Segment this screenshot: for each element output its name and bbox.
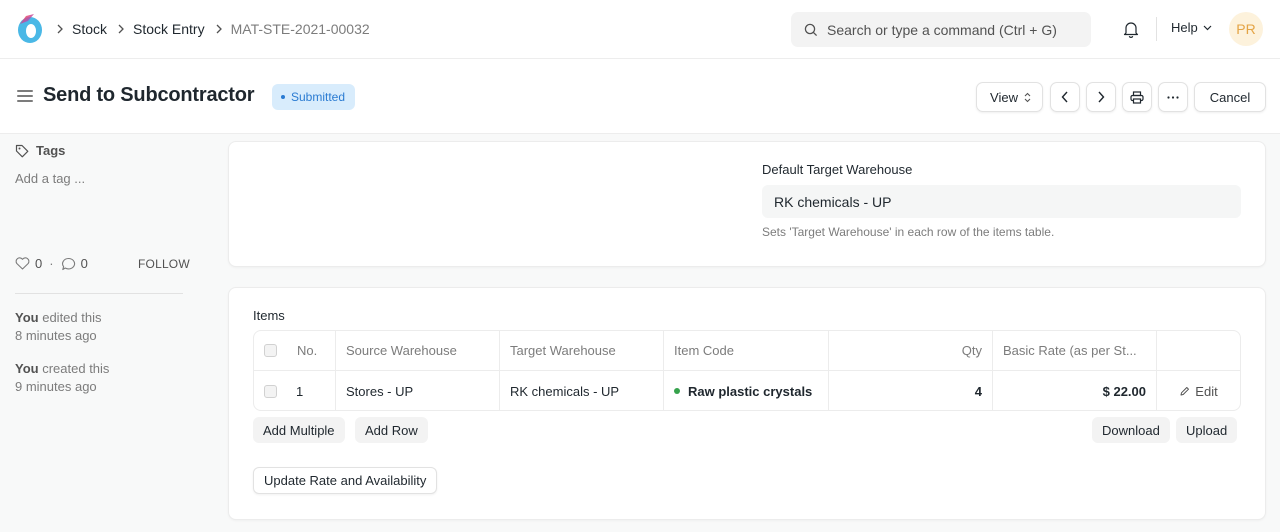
ellipsis-icon — [1167, 95, 1179, 99]
items-label: Items — [253, 308, 285, 323]
follow-button[interactable]: FOLLOW — [138, 257, 190, 271]
view-label: View — [990, 89, 1018, 105]
breadcrumb-stock[interactable]: Stock — [72, 21, 107, 37]
like-button[interactable]: 0 — [15, 256, 42, 271]
timeline-actor: You — [15, 310, 39, 325]
item-code-cell[interactable]: Raw plastic crystals — [664, 371, 829, 410]
chevron-right-icon — [117, 24, 125, 34]
timeline-action: created this — [42, 361, 110, 376]
target-warehouse-cell[interactable]: RK chemicals - UP — [500, 371, 664, 410]
comment-count: 0 — [80, 256, 88, 271]
next-doc-button[interactable] — [1086, 82, 1116, 112]
add-multiple-button[interactable]: Add Multiple — [253, 417, 345, 443]
pencil-icon — [1180, 386, 1190, 395]
row-select-cell: 1 — [254, 371, 336, 410]
search-placeholder: Search or type a command (Ctrl + G) — [827, 21, 1057, 38]
separator-dot: · — [49, 256, 54, 271]
header-select-cell: No. — [254, 331, 336, 370]
column-header-qty: Qty — [829, 331, 993, 370]
navbar-divider — [1156, 17, 1157, 41]
default-target-warehouse-field[interactable]: RK chemicals - UP — [762, 185, 1241, 218]
likes-comments: 0 · 0 — [15, 256, 88, 271]
search-icon — [804, 23, 818, 36]
breadcrumb-current-doc: MAT-STE-2021-00032 — [230, 21, 370, 37]
select-arrows-icon — [1024, 92, 1031, 102]
help-label: Help — [1171, 20, 1198, 35]
page-head: Send to Subcontractor Submitted View Can… — [0, 59, 1280, 134]
previous-doc-button[interactable] — [1050, 82, 1080, 112]
default-target-warehouse-description: Sets 'Target Warehouse' in each row of t… — [762, 225, 1055, 239]
edit-label: Edit — [1195, 383, 1218, 399]
timeline-item: You created this 9 minutes ago — [15, 360, 185, 396]
like-count: 0 — [35, 256, 43, 271]
search-input[interactable]: Search or type a command (Ctrl + G) — [791, 12, 1091, 47]
sidebar-divider — [15, 293, 183, 294]
select-all-checkbox[interactable] — [264, 344, 277, 357]
column-header-source-warehouse: Source Warehouse — [336, 331, 500, 370]
add-row-button[interactable]: Add Row — [355, 417, 428, 443]
status-dot-icon — [281, 95, 285, 99]
row-edit-cell: Edit — [1157, 371, 1240, 410]
more-actions-button[interactable] — [1158, 82, 1188, 112]
item-status-dot-icon — [674, 388, 680, 394]
tag-icon — [15, 144, 29, 157]
chevron-down-icon — [1203, 25, 1212, 30]
items-table: No. Source Warehouse Target Warehouse It… — [253, 330, 1241, 411]
row-checkbox[interactable] — [264, 384, 277, 398]
navbar: Stock Stock Entry MAT-STE-2021-00032 Sea… — [0, 0, 1280, 59]
breadcrumb-stock-entry[interactable]: Stock Entry — [133, 21, 205, 37]
app-logo[interactable] — [16, 13, 44, 44]
column-header-item-code: Item Code — [664, 331, 829, 370]
heart-icon — [15, 257, 30, 270]
sidebar-toggle-icon[interactable] — [17, 90, 33, 104]
page-title: Send to Subcontractor — [43, 84, 255, 106]
timeline-time: 8 minutes ago — [15, 328, 97, 343]
update-rate-availability-button[interactable]: Update Rate and Availability — [253, 467, 438, 494]
tags-section: Tags — [15, 143, 65, 158]
download-button[interactable]: Download — [1092, 417, 1170, 443]
source-warehouse-cell[interactable]: Stores - UP — [336, 371, 500, 410]
cancel-button[interactable]: Cancel — [1194, 82, 1266, 112]
comments-button[interactable]: 0 — [61, 256, 88, 271]
add-tag-input[interactable]: Add a tag ... — [15, 171, 85, 186]
row-edit-button[interactable]: Edit — [1179, 383, 1218, 399]
column-header-target-warehouse: Target Warehouse — [500, 331, 664, 370]
qty-cell[interactable]: 4 — [829, 371, 993, 410]
printer-icon — [1130, 90, 1144, 104]
view-button[interactable]: View — [976, 82, 1043, 112]
warehouse-section: Default Target Warehouse RK chemicals - … — [228, 141, 1266, 267]
chevron-right-icon — [56, 24, 64, 34]
timeline-time: 9 minutes ago — [15, 379, 97, 394]
row-number: 1 — [296, 383, 304, 399]
table-header: No. Source Warehouse Target Warehouse It… — [254, 331, 1240, 371]
avatar[interactable]: PR — [1229, 12, 1263, 46]
status-label: Submitted — [291, 90, 346, 104]
status-badge: Submitted — [272, 84, 356, 110]
help-dropdown[interactable]: Help — [1171, 20, 1212, 35]
comment-icon — [61, 257, 75, 270]
column-header-basic-rate: Basic Rate (as per St... — [993, 331, 1157, 370]
chevron-right-icon — [215, 24, 223, 34]
items-section: Items No. Source Warehouse Target Wareho… — [228, 287, 1266, 520]
item-code-value: Raw plastic crystals — [688, 383, 813, 399]
column-header-no: No. — [297, 343, 318, 358]
timeline-action: edited this — [42, 310, 102, 325]
timeline-item: You edited this 8 minutes ago — [15, 309, 185, 345]
default-target-warehouse-label: Default Target Warehouse — [762, 162, 913, 177]
notification-bell-icon[interactable] — [1121, 19, 1141, 39]
breadcrumb: Stock Stock Entry MAT-STE-2021-00032 — [56, 0, 380, 58]
column-header-actions — [1157, 331, 1240, 370]
table-row[interactable]: 1 Stores - UP RK chemicals - UP Raw plas… — [254, 371, 1240, 410]
chevron-right-icon — [1098, 91, 1105, 103]
chevron-left-icon — [1061, 91, 1068, 103]
upload-button[interactable]: Upload — [1176, 417, 1238, 443]
tags-label: Tags — [36, 143, 66, 158]
timeline-actor: You — [15, 361, 39, 376]
print-button[interactable] — [1122, 82, 1152, 112]
basic-rate-cell[interactable]: $ 22.00 — [993, 371, 1157, 410]
